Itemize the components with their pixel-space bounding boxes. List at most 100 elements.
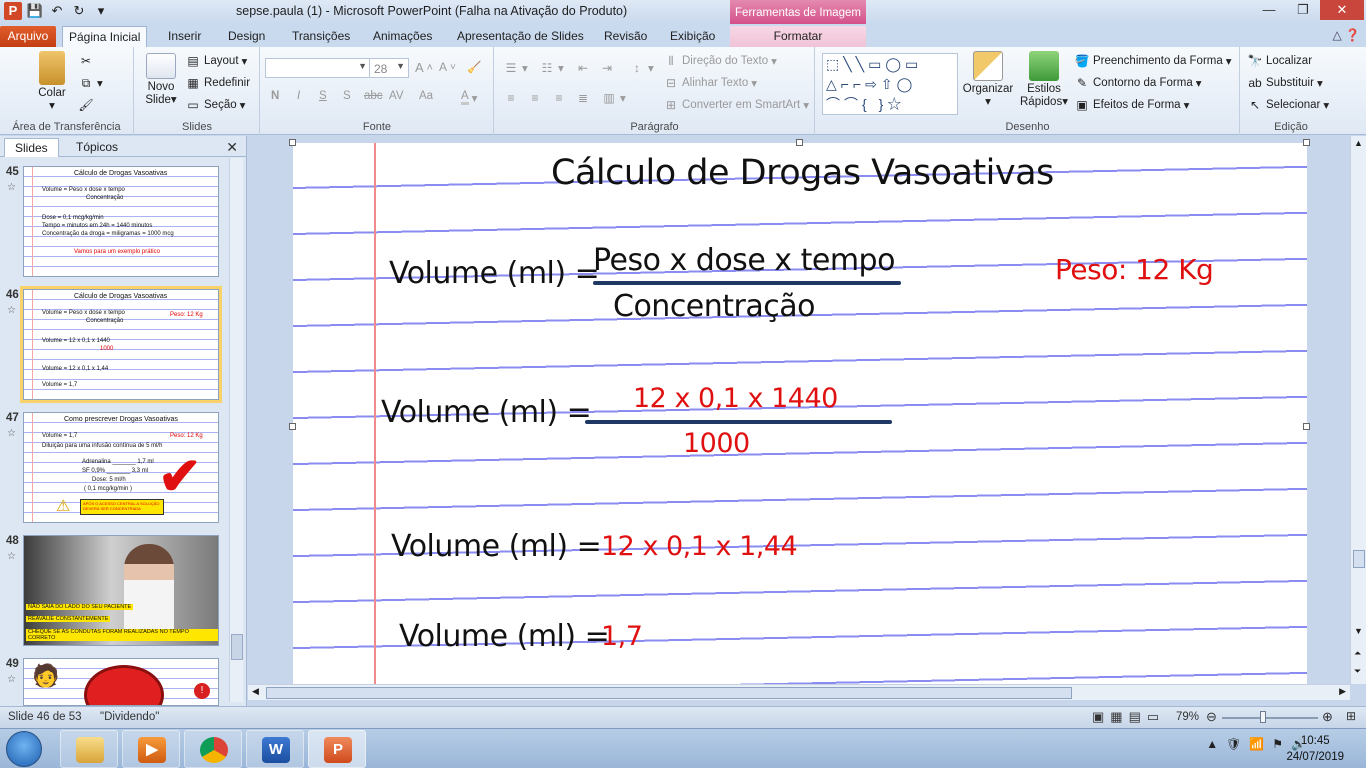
bold-button[interactable]: N <box>271 90 279 102</box>
quick-styles-button[interactable]: Estilos Rápidos▾ <box>1016 51 1072 109</box>
layout-button[interactable]: ▤ Layout ▾ <box>185 53 247 69</box>
char-spacing-button[interactable]: AV <box>389 90 404 102</box>
minimize-button[interactable]: — <box>1252 0 1286 20</box>
change-case-button[interactable]: Aa <box>419 90 433 102</box>
scroll-right-icon[interactable]: ▶ <box>1339 686 1346 697</box>
cut-button[interactable]: ✂ <box>78 53 94 69</box>
formula-numerator[interactable]: Peso x dose x tempo <box>593 243 895 278</box>
reading-view-icon[interactable]: ▤ <box>1129 709 1141 725</box>
replace-button[interactable]: ab Substituir ▾ <box>1247 75 1322 91</box>
start-button[interactable] <box>6 731 42 767</box>
select-button[interactable]: ↖ Selecionar ▾ <box>1247 97 1329 113</box>
format-painter-button[interactable]: 🖌 <box>78 97 94 113</box>
smartart-button[interactable]: ⊞ Converter em SmartArt ▾ <box>663 97 809 113</box>
line-spacing-button[interactable]: ↕ ▾ <box>629 60 654 76</box>
tab-slideshow[interactable]: Apresentação de Slides <box>451 26 590 47</box>
taskbar-explorer[interactable] <box>60 730 118 768</box>
save-icon[interactable]: 💾 <box>26 2 44 20</box>
powerpoint-icon[interactable]: P <box>4 2 22 20</box>
arrange-button[interactable]: Organizar ▾ <box>962 51 1014 109</box>
scroll-up-icon[interactable]: ▲ <box>1354 138 1363 148</box>
resize-handle[interactable] <box>1303 423 1310 430</box>
text-direction-button[interactable]: ⫴ Direção do Texto ▾ <box>663 53 776 69</box>
thumbnail-scrollbar[interactable] <box>229 158 243 702</box>
shrink-font-button[interactable]: A ˅ <box>439 60 456 74</box>
slide-sorter-icon[interactable]: ▦ <box>1110 709 1122 725</box>
zoom-in-icon[interactable]: ⊕ <box>1322 709 1333 725</box>
slide-thumbnail[interactable]: Como prescrever Drogas Vasoativas Volume… <box>23 412 219 523</box>
justify-button[interactable]: ≣ <box>575 90 591 106</box>
tab-format[interactable]: Formatar <box>730 26 866 47</box>
tab-home[interactable]: Página Inicial <box>62 26 148 47</box>
slide-title[interactable]: Cálculo de Drogas Vasoativas <box>551 153 1054 193</box>
next-slide-icon[interactable]: ⏷ <box>1354 666 1361 677</box>
italic-button[interactable]: I <box>297 90 300 102</box>
undo-icon[interactable]: ↶ <box>48 2 66 20</box>
underline-button[interactable]: S <box>319 90 327 102</box>
find-button[interactable]: 🔭 Localizar <box>1247 53 1313 69</box>
reset-button[interactable]: ▦ Redefinir <box>185 75 250 91</box>
close-button[interactable]: ✕ <box>1320 0 1364 20</box>
zoom-slider-thumb[interactable] <box>1260 711 1266 723</box>
previous-slide-icon[interactable]: ⏶ <box>1354 648 1361 659</box>
resize-handle[interactable] <box>289 423 296 430</box>
slide-canvas[interactable]: Cálculo de Drogas Vasoativas Volume (ml)… <box>293 143 1307 684</box>
grow-font-button[interactable]: A ˄ <box>415 60 433 75</box>
clear-format-icon[interactable]: 🧹 <box>467 60 481 74</box>
numbering-button[interactable]: ☷ ▾ <box>539 60 564 76</box>
step3-value[interactable]: 1,7 <box>601 621 643 652</box>
fit-to-window-icon[interactable]: ⊞ <box>1346 709 1356 723</box>
new-slide-button[interactable]: Novo Slide▾ <box>141 53 181 107</box>
taskbar-chrome[interactable] <box>184 730 242 768</box>
shape-fill-button[interactable]: 🪣 Preenchimento da Forma ▾ <box>1074 53 1232 69</box>
shape-effects-button[interactable]: ▣ Efeitos de Forma ▾ <box>1074 97 1189 113</box>
weight-label[interactable]: Peso: 12 Kg <box>1055 253 1214 286</box>
tab-view[interactable]: Exibição <box>664 26 721 47</box>
slide-thumbnail[interactable]: Cálculo de Drogas Vasoativas Volume = Pe… <box>23 166 219 277</box>
resize-handle[interactable] <box>796 139 803 146</box>
section-button[interactable]: ▭ Seção ▾ <box>185 97 245 113</box>
horizontal-scroll-thumb[interactable] <box>266 687 1072 699</box>
show-hidden-icons-icon[interactable]: ▲ <box>1206 737 1218 751</box>
resize-handle[interactable] <box>289 139 296 146</box>
strikethrough-button[interactable]: abc <box>364 90 383 102</box>
font-color-button[interactable]: A ▾ <box>461 90 477 105</box>
slideshow-view-icon[interactable]: ▭ <box>1147 709 1159 725</box>
paste-button[interactable]: Colar ▾ <box>34 51 70 113</box>
step2-label[interactable]: Volume (ml) = <box>391 529 602 564</box>
vertical-scroll-thumb[interactable] <box>1353 550 1365 568</box>
zoom-level[interactable]: 79% <box>1176 711 1199 723</box>
step3-label[interactable]: Volume (ml) = <box>399 619 610 654</box>
restore-button[interactable]: ❐ <box>1286 0 1320 20</box>
normal-view-icon[interactable]: ▣ <box>1092 709 1104 725</box>
minimize-ribbon-icon[interactable]: △ <box>1332 28 1341 42</box>
clock[interactable]: 10:45 24/07/2019 <box>1286 733 1344 765</box>
resize-handle[interactable] <box>1303 139 1310 146</box>
tab-transitions[interactable]: Transições <box>286 26 356 47</box>
tab-file[interactable]: Arquivo <box>0 26 56 47</box>
formula-denominator[interactable]: Concentração <box>613 289 816 324</box>
slide-thumbnail[interactable]: NÃO SAIA DO LADO DO SEU PACIENTE REAVALI… <box>23 535 219 646</box>
shadow-button[interactable]: S <box>343 90 351 102</box>
thumbnail-scroll-thumb[interactable] <box>231 634 243 660</box>
increase-indent-button[interactable]: ⇥ <box>599 60 615 76</box>
tab-insert[interactable]: Inserir <box>162 26 207 47</box>
action-center-icon[interactable]: ⚑ <box>1272 737 1283 751</box>
font-family-field[interactable]: ▼ <box>265 58 371 78</box>
formula-label[interactable]: Volume (ml) = <box>389 256 600 291</box>
shape-outline-button[interactable]: ✎ Contorno da Forma ▾ <box>1074 75 1202 91</box>
slide-thumbnail[interactable]: 🧑 ! <box>23 658 219 706</box>
scroll-left-icon[interactable]: ◀ <box>252 686 259 697</box>
align-text-button[interactable]: ⊟ Alinhar Texto ▾ <box>663 75 757 91</box>
copy-button[interactable]: ⧉ ▾ <box>78 75 103 91</box>
scroll-down-icon[interactable]: ▼ <box>1354 626 1363 636</box>
network-icon[interactable]: 📶 <box>1249 737 1264 751</box>
tab-outline[interactable]: Tópicos <box>66 138 128 157</box>
close-panel-icon[interactable]: ✕ <box>226 139 238 156</box>
bullets-button[interactable]: ☰ ▾ <box>503 60 528 76</box>
align-right-button[interactable]: ≡ <box>551 90 567 106</box>
horizontal-scrollbar[interactable]: ◀ ▶ <box>248 684 1350 700</box>
security-icon[interactable]: 🛡 <box>1226 737 1241 751</box>
tab-review[interactable]: Revisão <box>598 26 653 47</box>
font-size-field[interactable]: 28 ▼ <box>369 58 409 78</box>
